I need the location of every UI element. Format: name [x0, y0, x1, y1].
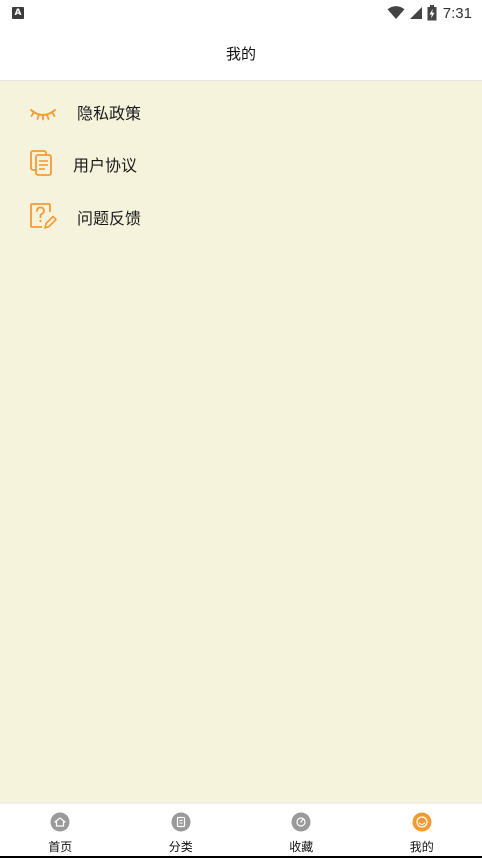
question-edit-icon [30, 203, 57, 229]
menu-item-feedback[interactable]: 问题反馈 [0, 190, 482, 240]
clock: 7:31 [442, 4, 472, 22]
eye-closed-icon [30, 109, 56, 121]
profile-icon [412, 812, 432, 832]
main-content: 隐私政策 用户协议 问题反馈 [0, 81, 482, 803]
menu-item-label: 用户协议 [73, 156, 138, 175]
menu-item-label: 问题反馈 [77, 209, 142, 228]
category-icon [171, 812, 191, 832]
tab-category[interactable]: 分类 [121, 804, 242, 856]
status-indicators: 7:31 [387, 3, 472, 23]
notification-icon: A [12, 7, 24, 19]
tab-home[interactable]: 首页 [0, 804, 121, 856]
tab-profile[interactable]: 我的 [362, 804, 482, 856]
favorite-icon [291, 812, 311, 832]
cell-signal-icon [409, 7, 422, 19]
tab-label: 我的 [409, 840, 434, 854]
menu-item-privacy-policy[interactable]: 隐私政策 [0, 85, 482, 135]
wifi-icon [387, 6, 405, 19]
tab-favorites[interactable]: 收藏 [241, 804, 362, 856]
menu-item-user-agreement[interactable]: 用户协议 [0, 137, 482, 187]
tab-label: 分类 [168, 840, 193, 854]
page-header: 我的 [0, 26, 482, 81]
tab-label: 收藏 [289, 840, 314, 854]
battery-charging-icon [427, 5, 437, 21]
menu-item-label: 隐私政策 [77, 104, 142, 123]
bottom-tab-bar: 首页 分类 收藏 我的 [0, 803, 482, 856]
document-icon [30, 150, 52, 176]
page-title: 我的 [225, 45, 256, 63]
home-icon [50, 812, 70, 832]
status-bar: A 7:31 [0, 0, 482, 26]
tab-label: 首页 [48, 840, 73, 854]
